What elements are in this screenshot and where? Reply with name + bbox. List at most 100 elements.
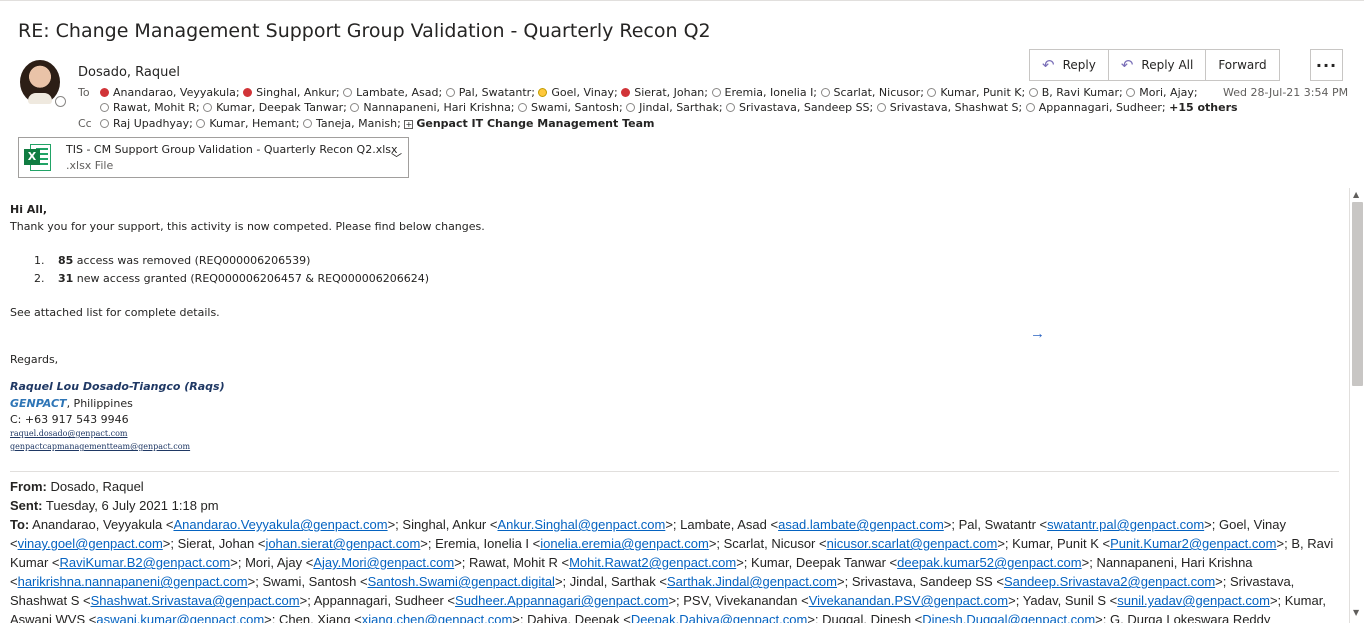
chevron-down-icon[interactable]: ﹀ <box>391 150 402 166</box>
scroll-up-icon[interactable]: ▲ <box>1353 190 1359 199</box>
quote-divider <box>10 471 1339 472</box>
presence-red-icon <box>621 88 631 97</box>
recipient-email-link[interactable]: xiang.chen@genpact.com <box>362 612 513 623</box>
presence-empty-icon <box>927 88 937 97</box>
recipient[interactable]: Eremia, Ionelia I; <box>711 86 821 99</box>
attachment-name: TIS - CM Support Group Validation - Quar… <box>66 143 398 156</box>
recipient-email-link[interactable]: Sandeep.Srivastava2@genpact.com <box>1004 574 1215 589</box>
recipient[interactable]: Scarlat, Nicusor; <box>820 86 928 99</box>
details-text: See attached list for complete details. <box>10 306 220 319</box>
recipient-email-link[interactable]: Shashwat.Srivastava@genpact.com <box>91 593 300 608</box>
reply-button[interactable]: ↶ Reply <box>1030 50 1109 80</box>
recipient[interactable]: Srivastava, Shashwat S; <box>876 101 1026 114</box>
cc-label: Cc <box>78 117 92 130</box>
more-recipients-link[interactable]: +15 others <box>1169 101 1237 114</box>
recipient-email-link[interactable]: Ankur.Singhal@genpact.com <box>497 517 665 532</box>
recipient-email-link[interactable]: Sarthak.Jindal@genpact.com <box>667 574 837 589</box>
recipient[interactable]: Jindal, Sarthak; <box>626 101 726 114</box>
recipient-email-link[interactable]: ionelia.eremia@genpact.com <box>540 536 709 551</box>
sender-name[interactable]: Dosado, Raquel <box>78 65 180 80</box>
recipient-email-link[interactable]: nicusor.scarlat@genpact.com <box>827 536 998 551</box>
to-recipients-line2: Rawat, Mohit R; Kumar, Deepak Tanwar; Na… <box>100 100 1238 115</box>
recipient[interactable]: Goel, Vinay; <box>538 86 621 99</box>
signature-email-link[interactable]: raquel.dosado@genpact.com <box>10 429 127 438</box>
message-date: Wed 28-Jul-21 3:54 PM <box>1223 86 1349 99</box>
forwarded-sent: Sent: Tuesday, 6 July 2021 1:18 pm <box>10 498 219 513</box>
reply-icon: ↶ <box>1042 56 1055 74</box>
forwarded-recipient: Appannagari, Sudheer < <box>313 593 456 608</box>
presence-empty-icon <box>100 103 109 112</box>
presence-empty-icon <box>820 88 830 97</box>
forward-button[interactable]: → Forward <box>1030 50 1278 342</box>
forwarded-recipient: Rawat, Mohit R < <box>469 555 570 570</box>
forwarded-recipient: Swami, Santosh < <box>262 574 368 589</box>
scroll-down-icon[interactable]: ▼ <box>1353 608 1359 617</box>
recipient[interactable]: Lambate, Asad; <box>343 86 446 99</box>
body-scrollbar[interactable]: ▲ ▼ <box>1349 188 1364 623</box>
recipient-email-link[interactable]: deepak.kumar52@genpact.com <box>897 555 1081 570</box>
forwarded-recipient: Srivastava, Sandeep SS < <box>851 574 1004 589</box>
recipient[interactable]: B, Ravi Kumar; <box>1028 86 1127 99</box>
recipient[interactable]: Nannapaneni, Hari Krishna; <box>350 101 518 114</box>
recipient[interactable]: Kumar, Punit K; <box>927 86 1028 99</box>
message-subject: RE: Change Management Support Group Vali… <box>18 20 711 42</box>
recipient[interactable]: Kumar, Hemant; <box>196 117 303 130</box>
recipient[interactable]: Singhal, Ankur; <box>243 86 343 99</box>
to-recipients-line1: Anandarao, Veyyakula; Singhal, Ankur; La… <box>100 85 1198 100</box>
recipient[interactable]: Mori, Ajay; <box>1126 86 1198 99</box>
recipient[interactable]: Srivastava, Sandeep SS; <box>726 101 877 114</box>
recipient[interactable]: Kumar, Deepak Tanwar; <box>203 101 350 114</box>
forwarded-recipient: G, Durga Lokeswara Reddy <box>1109 612 1271 623</box>
reply-all-icon: ↶ <box>1120 56 1134 74</box>
forwarded-recipient: Sierat, Johan < <box>177 536 266 551</box>
cc-recipients: Raj Upadhyay; Kumar, Hemant; Taneja, Man… <box>100 116 655 131</box>
recipient-email-link[interactable]: Ajay.Mori@genpact.com <box>313 555 454 570</box>
forwarded-to: To: Anandarao, Veyyakula <Anandarao.Veyy… <box>10 515 1346 623</box>
forwarded-recipient: Dahiya, Deepak < <box>527 612 631 623</box>
signature-team-email-link[interactable]: genpactcapmanagementteam@genpact.com <box>10 442 190 451</box>
recipient[interactable]: Raj Upadhyay; <box>100 117 196 130</box>
sender-avatar[interactable] <box>20 60 60 104</box>
recipient[interactable]: Swami, Santosh; <box>518 101 626 114</box>
recipient[interactable]: Taneja, Manish; <box>302 117 404 130</box>
more-actions-button[interactable]: ··· <box>1310 49 1343 81</box>
recipient-email-link[interactable]: vinay.goel@genpact.com <box>18 536 163 551</box>
recipient-email-link[interactable]: RaviKumar.B2@genpact.com <box>60 555 231 570</box>
recipient-email-link[interactable]: Mohit.Rawat2@genpact.com <box>569 555 736 570</box>
recipient-email-link[interactable]: Dinesh.Duggal@genpact.com <box>922 612 1095 623</box>
recipient-email-link[interactable]: johan.sierat@genpact.com <box>265 536 420 551</box>
recipient[interactable]: Pal, Swatantr; <box>445 86 539 99</box>
recipient[interactable]: Anandarao, Veyyakula; <box>100 86 243 99</box>
recipient-email-link[interactable]: Punit.Kumar2@genpact.com <box>1110 536 1276 551</box>
forwarded-recipient: PSV, Vivekanandan < <box>683 593 809 608</box>
attachment-card[interactable]: X TIS - CM Support Group Validation - Qu… <box>18 137 409 178</box>
presence-empty-icon <box>196 119 206 128</box>
group-expand-icon[interactable]: + <box>404 120 414 129</box>
presence-empty-icon <box>711 88 721 97</box>
presence-offline-icon <box>55 96 66 107</box>
presence-empty-icon <box>876 103 886 112</box>
recipient-email-link[interactable]: Vivekanandan.PSV@genpact.com <box>809 593 1008 608</box>
recipient[interactable]: Rawat, Mohit R; <box>100 101 203 114</box>
reply-all-button[interactable]: ↶ Reply All <box>1109 50 1207 80</box>
presence-empty-icon <box>626 103 636 112</box>
recipient-email-link[interactable]: Sudheer.Appannagari@genpact.com <box>455 593 668 608</box>
forwarded-recipient: Anandarao, Veyyakula < <box>32 517 174 532</box>
recipient[interactable]: Appannagari, Sudheer; <box>1025 101 1169 114</box>
recipient-email-link[interactable]: Santosh.Swami@genpact.digital <box>368 574 555 589</box>
recipient-email-link[interactable]: harikrishna.nannapaneni@genpact.com <box>18 574 248 589</box>
recipient-email-link[interactable]: Anandarao.Veyyakula@genpact.com <box>173 517 387 532</box>
presence-empty-icon <box>445 88 455 97</box>
presence-empty-icon <box>350 103 360 112</box>
signature-company: GENPACT, Philippines <box>10 397 133 410</box>
recipient-email-link[interactable]: swatantr.pal@genpact.com <box>1047 517 1204 532</box>
cc-group[interactable]: Genpact IT Change Management Team <box>416 117 654 130</box>
recipient[interactable]: Sierat, Johan; <box>621 86 711 99</box>
recipient-email-link[interactable]: sunil.yadav@genpact.com <box>1117 593 1270 608</box>
recipient-email-link[interactable]: aswani.kumar@genpact.com <box>96 612 264 623</box>
forwarded-recipient: Kumar, Punit K < <box>1012 536 1111 551</box>
recipient-email-link[interactable]: Deepak.Dahiya@genpact.com <box>631 612 808 623</box>
recipient-email-link[interactable]: asad.lambate@genpact.com <box>778 517 944 532</box>
presence-red-icon <box>100 88 109 97</box>
scrollbar-thumb[interactable] <box>1352 202 1363 386</box>
